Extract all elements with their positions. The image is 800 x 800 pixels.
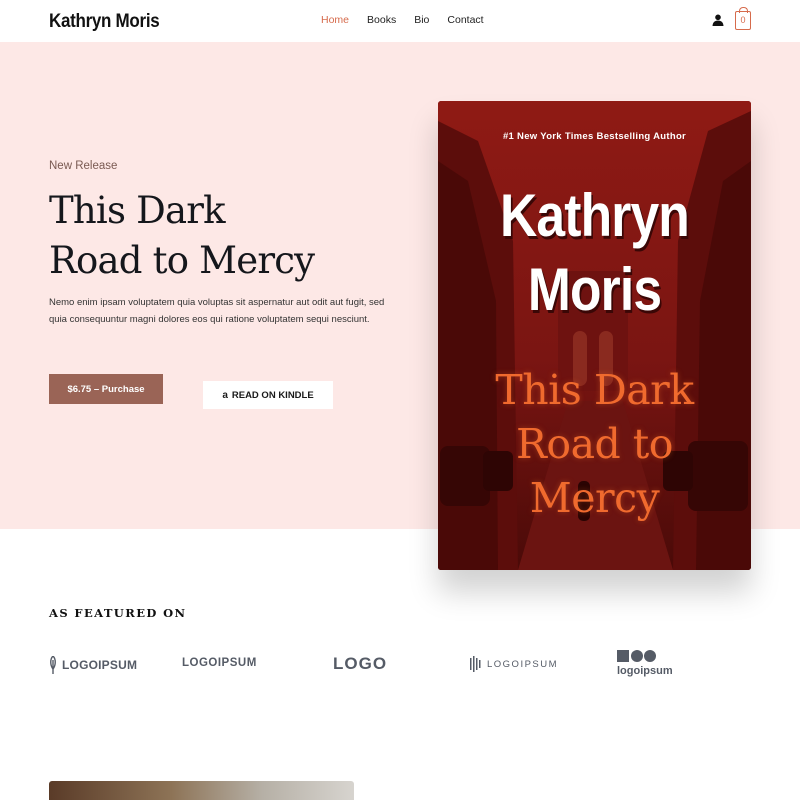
hero-title: This Dark Road to Mercy xyxy=(49,186,315,286)
feather-icon xyxy=(50,656,56,674)
shapes-icon xyxy=(617,650,656,662)
featured-logo-4-text: LOGOIPSUM xyxy=(487,658,559,670)
cart-count: 0 xyxy=(740,15,746,25)
site-header: Kathryn Moris Home Books Bio Contact 0 xyxy=(0,0,800,42)
featured-logo-1-text: LOGOIPSUM xyxy=(62,658,138,672)
cover-title-line1: This Dark xyxy=(495,366,694,414)
cover-tagline: #1 New York Times Bestselling Author xyxy=(502,131,687,142)
section-image xyxy=(49,781,354,800)
featured-logo-3: LOGO xyxy=(333,654,387,674)
cart-button[interactable]: 0 xyxy=(735,7,751,30)
featured-logo-5: logoipsum xyxy=(617,650,673,677)
nav-home[interactable]: Home xyxy=(321,14,349,26)
featured-logo-3-text: LOGO xyxy=(333,654,388,673)
featured-logo-1: LOGOIPSUM xyxy=(49,656,137,674)
featured-logo-2: LOGOIPSUM xyxy=(182,657,257,669)
nav-bio[interactable]: Bio xyxy=(414,14,429,26)
barcode-icon xyxy=(470,656,481,672)
nav-contact[interactable]: Contact xyxy=(447,14,483,26)
purchase-button[interactable]: $6.75 – Purchase xyxy=(49,374,163,404)
featured-logos: LOGOIPSUM LOGOIPSUM LOGO LOGOIPSUM logoi… xyxy=(0,648,800,688)
cover-title-line2: Road to xyxy=(516,420,673,468)
cover-title: This Dark Road to Mercy xyxy=(438,363,751,525)
main-nav: Home Books Bio Contact xyxy=(321,14,484,26)
read-on-kindle-button[interactable]: a READ ON KINDLE xyxy=(203,381,333,409)
user-icon[interactable] xyxy=(712,14,724,26)
hero-eyebrow: New Release xyxy=(49,160,118,172)
cover-author-line1: Kathryn xyxy=(500,182,690,249)
cover-title-line3: Mercy xyxy=(529,474,660,522)
cover-author: Kathryn Moris xyxy=(460,179,729,327)
site-logo[interactable]: Kathryn Moris xyxy=(49,10,160,32)
featured-heading: AS FEATURED ON xyxy=(49,606,187,620)
cover-author-line2: Moris xyxy=(527,256,662,323)
amazon-icon: a xyxy=(222,389,228,401)
kindle-label: READ ON KINDLE xyxy=(231,389,314,401)
hero-title-line1: This Dark xyxy=(49,189,226,232)
featured-logo-4: LOGOIPSUM xyxy=(470,656,558,672)
hero-title-line2: Road to Mercy xyxy=(49,239,315,282)
nav-books[interactable]: Books xyxy=(367,14,396,26)
featured-logo-2-text: LOGOIPSUM xyxy=(182,657,257,669)
hero-description: Nemo enim ipsam voluptatem quia voluptas… xyxy=(49,297,385,325)
book-cover[interactable]: #1 New York Times Bestselling Author Kat… xyxy=(438,101,751,570)
featured-logo-5-text: logoipsum xyxy=(617,665,673,677)
